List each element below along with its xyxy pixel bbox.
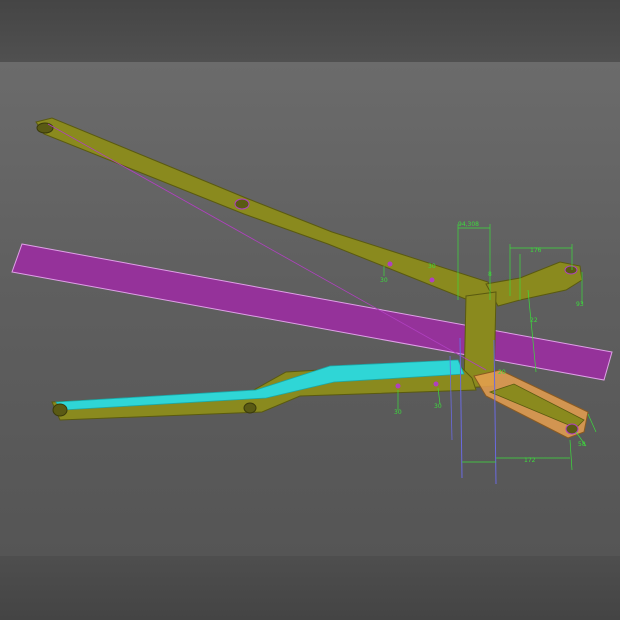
model-scene[interactable]: 94,308 176 30 30 30 30 8 93 22 172 20 58 <box>0 0 620 620</box>
small-hole-upper-a[interactable] <box>387 261 393 267</box>
pin-hole-upper-mid[interactable] <box>234 198 250 210</box>
construction-axis-a <box>459 337 463 479</box>
dim-label-58[interactable]: 58 <box>578 441 586 448</box>
cad-viewer: 94,308 176 30 30 30 30 8 93 22 172 20 58 <box>0 0 620 620</box>
dim-label-30b[interactable]: 30 <box>428 263 436 270</box>
dim-label-30a[interactable]: 30 <box>380 277 388 284</box>
section-plane[interactable] <box>11 243 613 381</box>
sketch-diagonal-line <box>47 123 487 371</box>
dim-label-93[interactable]: 93 <box>576 301 584 308</box>
dim-label-30d[interactable]: 30 <box>434 403 442 410</box>
dim-label-20[interactable]: 20 <box>498 369 506 376</box>
dim-label-8[interactable]: 8 <box>488 271 492 278</box>
dim-label-22[interactable]: 22 <box>530 317 538 324</box>
dim-label-172[interactable]: 172 <box>524 457 536 464</box>
dim-label-top[interactable]: 94,308 <box>458 221 479 228</box>
small-hole-upper-b[interactable] <box>429 277 435 283</box>
pin-hole-upper-left[interactable] <box>36 122 54 134</box>
pin-hole-upper-right[interactable] <box>564 265 578 275</box>
dim-label-176[interactable]: 176 <box>530 247 542 254</box>
small-hole-lower-b[interactable] <box>433 381 439 387</box>
pin-hole-lower-left[interactable] <box>52 403 68 417</box>
pin-hole-lower-mid[interactable] <box>243 402 257 414</box>
dim-label-30c[interactable]: 30 <box>394 409 402 416</box>
small-hole-lower-a[interactable] <box>395 383 401 389</box>
